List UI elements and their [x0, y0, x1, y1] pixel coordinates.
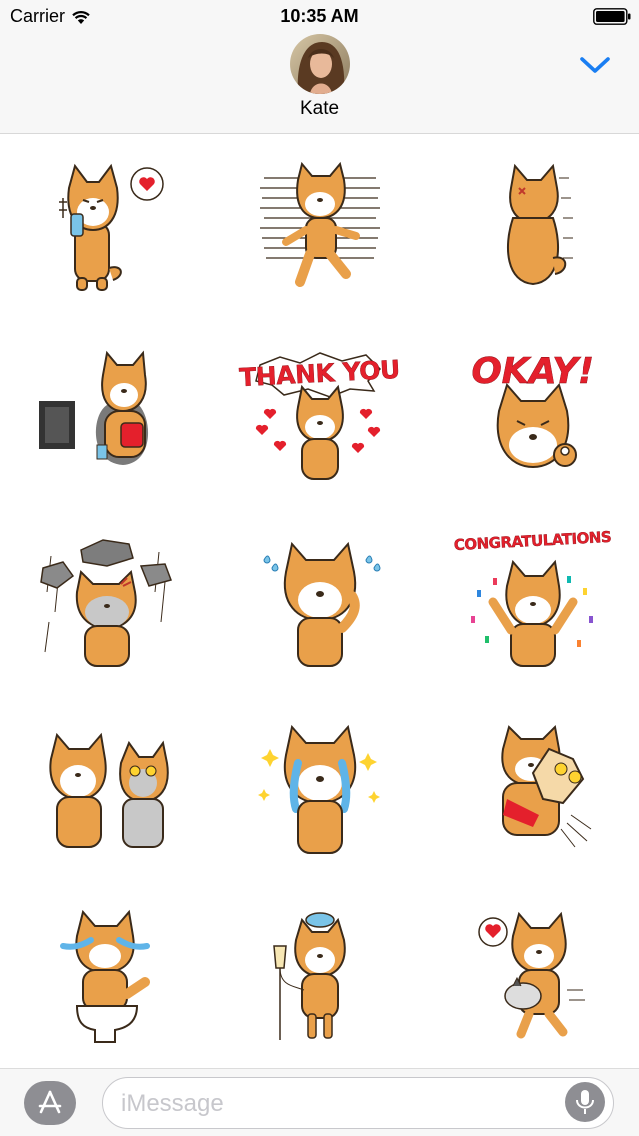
chevron-down-icon: [580, 57, 610, 73]
sticker[interactable]: shiba-with-corgi-friend: [0, 695, 213, 882]
sticker[interactable]: shiba-back-turned-angry: [426, 134, 639, 321]
sticker[interactable]: OKAY!: [426, 321, 639, 508]
contact-name[interactable]: Kate: [0, 98, 639, 120]
message-field[interactable]: [102, 1077, 614, 1129]
shiba-hugging-icon: [500, 724, 591, 847]
shiba-tv-icon: [38, 350, 148, 465]
shiba-toilet-icon: [59, 909, 150, 1043]
collapse-button[interactable]: [577, 50, 613, 80]
shiba-back-icon: [506, 163, 573, 285]
microphone-icon: [576, 1090, 594, 1114]
conversation-header: Kate: [0, 34, 639, 134]
sticker[interactable]: shiba-crying-tears: [213, 695, 426, 882]
status-bar: Carrier 10:35 AM: [0, 0, 639, 34]
app-store-icon: [38, 1090, 62, 1114]
shiba-cat-icon: [477, 911, 585, 1038]
sticker[interactable]: CONGRATULATIONS: [426, 508, 639, 695]
sticker[interactable]: shiba-running-scared: [213, 134, 426, 321]
shiba-sick-icon: [272, 911, 346, 1040]
shiba-popsicle-icon: [58, 163, 164, 291]
sticker[interactable]: shiba-hugging-corgi: [426, 695, 639, 882]
app-store-button[interactable]: [24, 1081, 76, 1125]
message-input[interactable]: [121, 1088, 561, 1120]
avatar[interactable]: [290, 34, 350, 94]
sticker-grid: shiba-eating-popsicle-heart shiba-runnin…: [0, 134, 639, 1068]
battery-icon: [593, 8, 631, 25]
sticker[interactable]: shiba-eating-popsicle-heart: [0, 134, 213, 321]
sticker[interactable]: shiba-sweating-waving: [213, 508, 426, 695]
sticker-caption: OKAY!: [471, 351, 594, 392]
shiba-running-icon: [259, 161, 380, 287]
status-time: 10:35 AM: [280, 6, 359, 26]
shiba-sweating-icon: [262, 541, 381, 667]
shiba-rocks-icon: [39, 538, 172, 667]
sticker[interactable]: shiba-watching-tv-popcorn: [0, 321, 213, 508]
sticker-caption: THANK YOU: [238, 354, 401, 393]
message-composer: [0, 1068, 639, 1136]
sticker[interactable]: shiba-sick-ice-pack-iv: [213, 882, 426, 1069]
microphone-button[interactable]: [565, 1082, 605, 1122]
shiba-crying-icon: [257, 724, 380, 854]
sticker[interactable]: shiba-holding-cat-heart: [426, 882, 639, 1069]
shiba-corgi-icon: [48, 732, 169, 848]
sticker[interactable]: shiba-rocks-falling-gloom: [0, 508, 213, 695]
sticker[interactable]: shiba-crying-on-toilet: [0, 882, 213, 1069]
sticker[interactable]: THANK YOU: [213, 321, 426, 508]
